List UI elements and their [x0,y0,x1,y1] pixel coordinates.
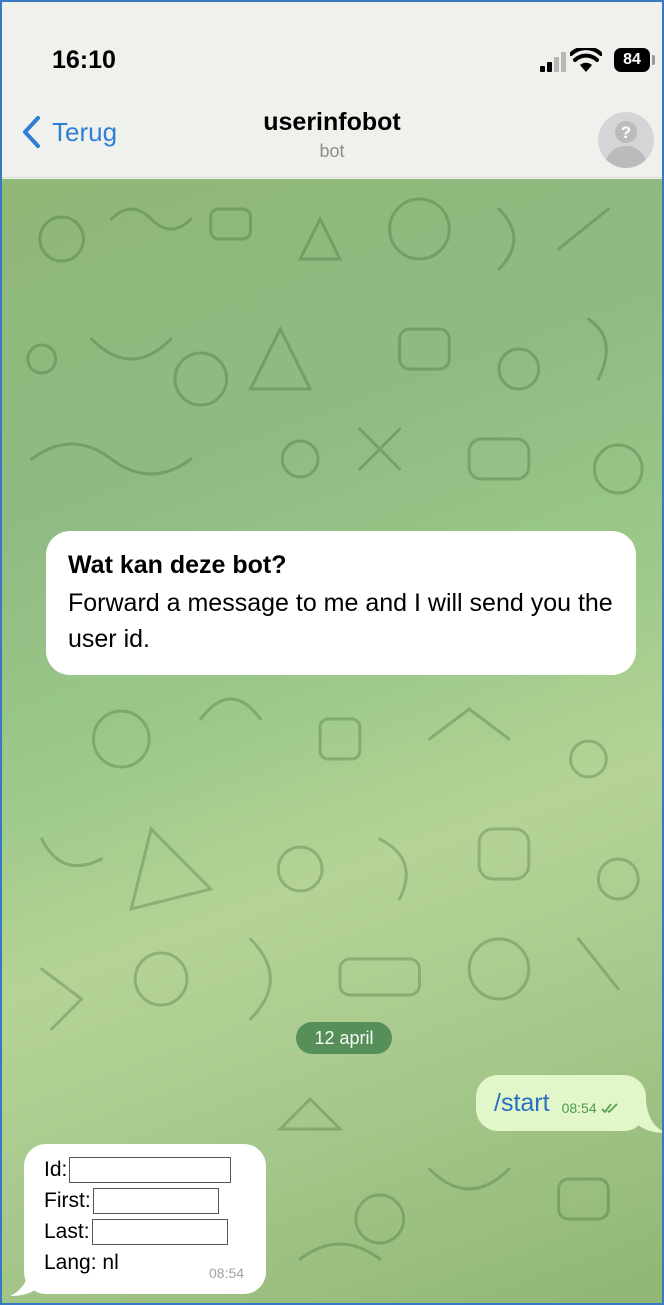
message-time: 08:54 [209,1265,245,1281]
message-time: 08:54 [561,1100,597,1116]
line-label: First: [44,1188,91,1212]
chat-title: userinfobot [263,108,401,136]
svg-text:?: ? [621,123,631,142]
message-line-first: First: [44,1185,246,1216]
incoming-message[interactable]: Id: First: Last: Lang: nl 08:54 [24,1144,266,1294]
message-line-id: Id: [44,1154,246,1185]
intro-text: Forward a message to me and I will send … [68,589,613,653]
line-label: Lang: nl [44,1250,119,1274]
status-bar: 16:10 84 [2,2,662,90]
message-line-last: Last: [44,1216,246,1247]
chat-subtitle: bot [319,141,345,161]
redacted-last-box [91,1218,228,1245]
outgoing-message[interactable]: /start 08:54 [476,1075,646,1131]
wifi-icon [570,48,602,72]
chat-area[interactable]: Wat kan deze bot? Forward a message to m… [2,179,662,1303]
battery-tip [652,55,655,65]
message-text[interactable]: /start [494,1089,550,1118]
battery-icon: 84 [614,48,650,72]
date-separator: 12 april [296,1022,392,1054]
status-time: 16:10 [52,46,116,74]
line-label: Id: [44,1157,68,1181]
unknown-user-icon: ? [604,121,648,168]
redacted-id-box [69,1156,232,1183]
line-label: Last: [44,1219,90,1243]
bot-intro-card: Wat kan deze bot? Forward a message to m… [46,531,636,675]
redacted-first-box [92,1187,219,1214]
intro-title: Wat kan deze bot? [68,551,287,579]
phone-screen: 16:10 84 Terug userinfobot bot ? Wat kan… [0,0,664,1305]
chat-header: Terug userinfobot bot ? [2,90,662,178]
double-check-icon [601,1103,618,1114]
signal-icon [540,52,568,72]
chat-wallpaper-pattern [26,197,644,1261]
chat-title-block[interactable]: userinfobot bot [2,108,662,162]
avatar[interactable]: ? [598,112,654,168]
